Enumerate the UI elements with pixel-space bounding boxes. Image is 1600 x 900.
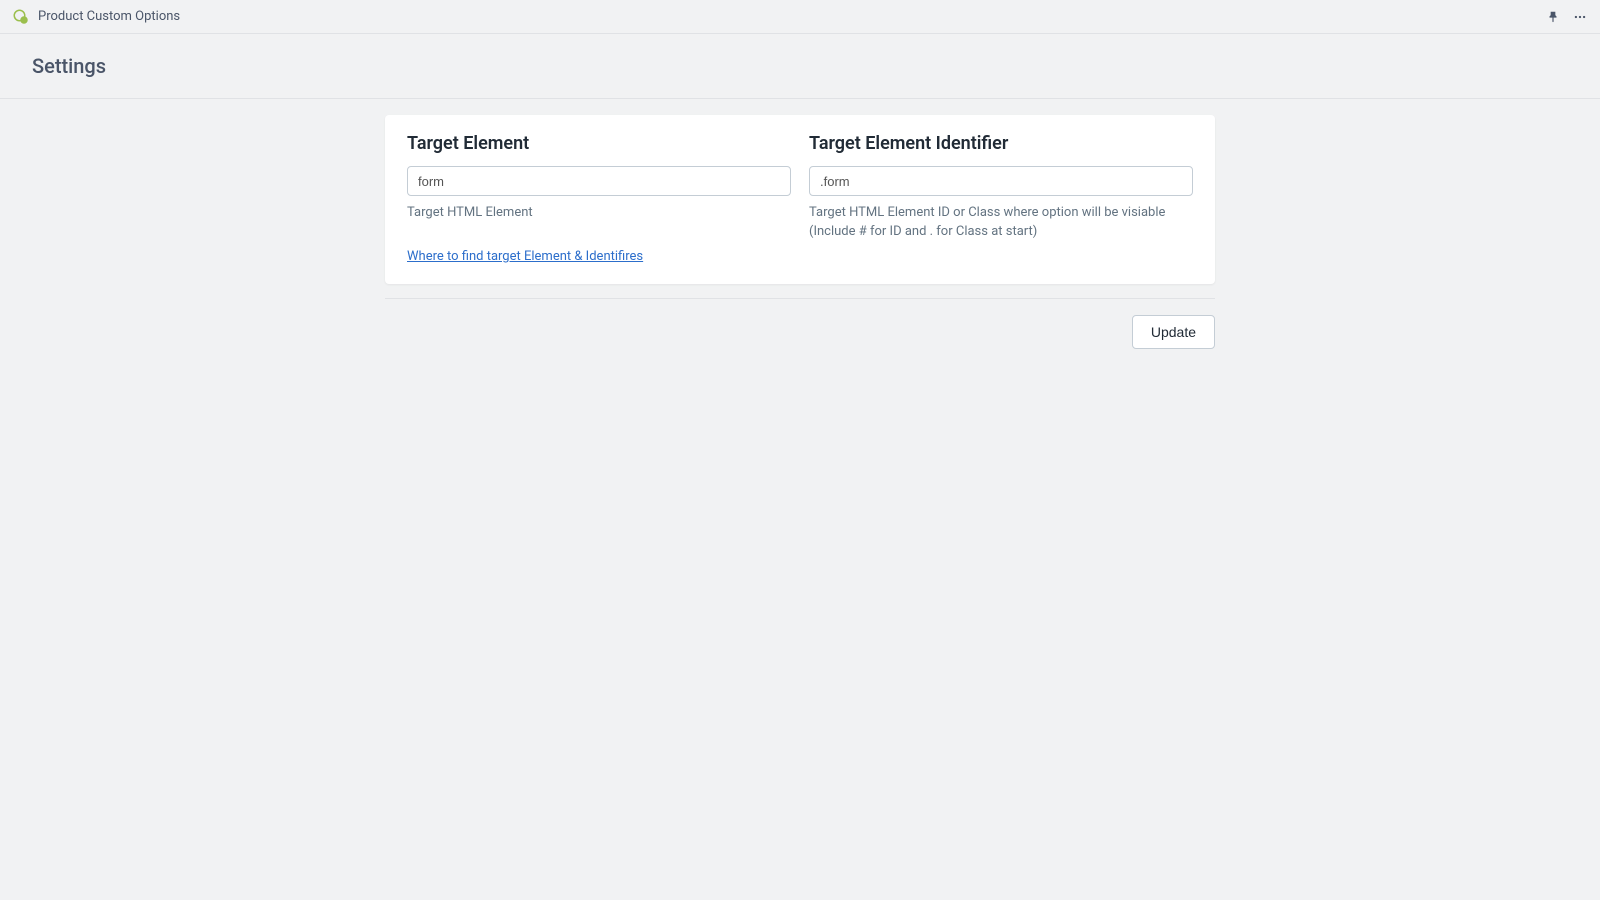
help-link[interactable]: Where to find target Element & Identifir… (407, 249, 791, 264)
divider (385, 298, 1215, 299)
settings-card: Target Element Target HTML Element Where… (385, 115, 1215, 284)
target-identifier-input[interactable] (809, 166, 1193, 196)
pin-icon[interactable] (1546, 10, 1560, 24)
target-identifier-column: Target Element Identifier Target HTML El… (809, 133, 1193, 264)
app-title: Product Custom Options (38, 9, 180, 24)
target-element-column: Target Element Target HTML Element Where… (407, 133, 791, 264)
target-element-title: Target Element (407, 133, 791, 154)
target-element-input[interactable] (407, 166, 791, 196)
target-identifier-title: Target Element Identifier (809, 133, 1193, 154)
target-identifier-help: Target HTML Element ID or Class where op… (809, 204, 1193, 242)
page-header: Settings (0, 34, 1600, 99)
card-columns: Target Element Target HTML Element Where… (407, 133, 1193, 264)
target-element-help: Target HTML Element (407, 204, 791, 223)
topbar: Product Custom Options (0, 0, 1600, 34)
topbar-right (1546, 10, 1588, 24)
update-button[interactable]: Update (1132, 315, 1215, 349)
app-icon (12, 8, 30, 26)
button-row: Update (385, 315, 1215, 349)
topbar-left: Product Custom Options (12, 8, 180, 26)
more-icon[interactable] (1572, 10, 1588, 24)
content: Target Element Target HTML Element Where… (0, 99, 1600, 349)
page-title: Settings (32, 54, 1568, 78)
